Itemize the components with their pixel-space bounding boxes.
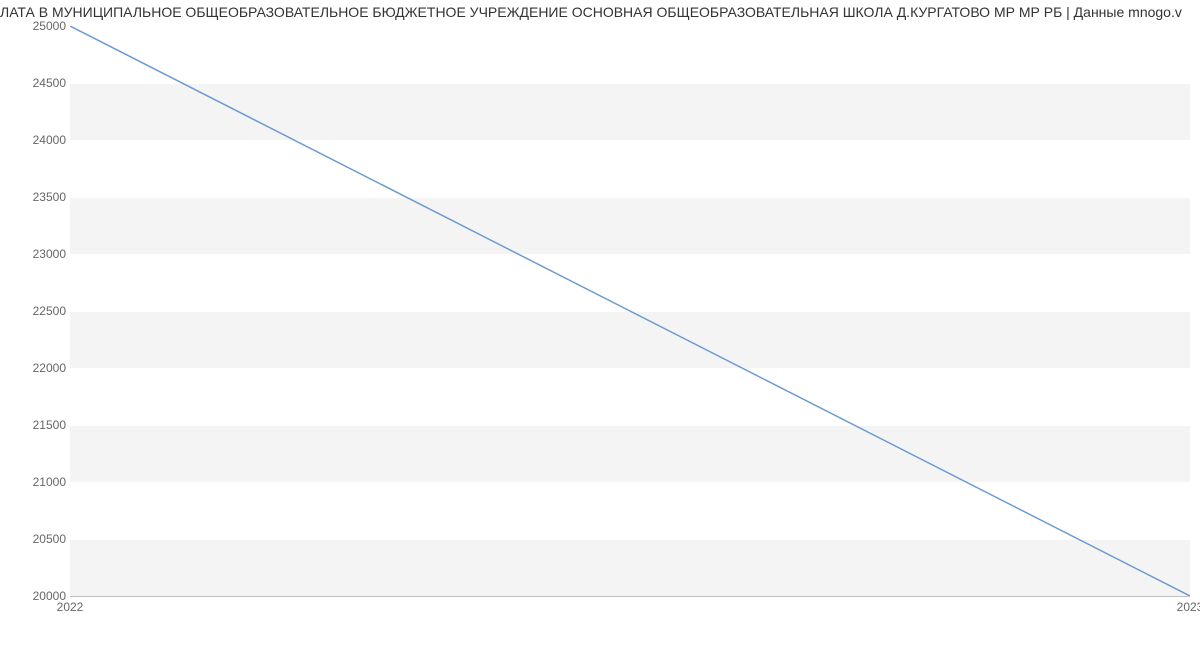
x-tick-label: 2023: [1177, 600, 1200, 614]
y-tick-label: 23500: [6, 190, 66, 204]
y-tick-label: 24000: [6, 133, 66, 147]
y-tick-label: 25000: [6, 19, 66, 33]
y-tick-label: 21500: [6, 418, 66, 432]
y-tick-label: 22500: [6, 304, 66, 318]
x-tick-label: 2022: [57, 600, 84, 614]
y-tick-label: 21000: [6, 475, 66, 489]
x-axis: [70, 596, 1190, 597]
plot-area: [70, 26, 1190, 596]
y-tick-label: 20500: [6, 532, 66, 546]
y-tick-label: 24500: [6, 76, 66, 90]
y-tick-label: 23000: [6, 247, 66, 261]
chart-title: ЛАТА В МУНИЦИПАЛЬНОЕ ОБЩЕОБРАЗОВАТЕЛЬНОЕ…: [0, 4, 1200, 20]
y-tick-label: 22000: [6, 361, 66, 375]
line-series: [70, 26, 1190, 596]
